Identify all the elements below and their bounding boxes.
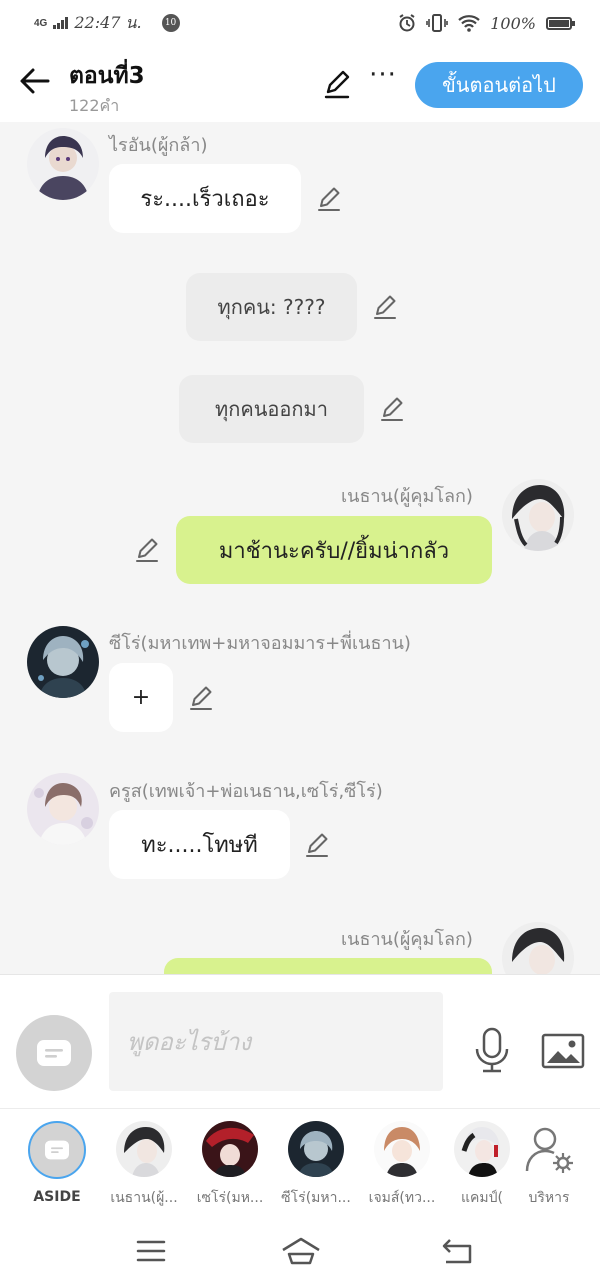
avatar-zero[interactable]: [27, 626, 99, 698]
manage-characters-icon: [521, 1121, 577, 1177]
character-label: เจมส์(ทว...: [368, 1190, 436, 1206]
narration-bubble[interactable]: ทุกคนออกมา: [179, 375, 364, 443]
edit-message-pencil-icon[interactable]: [316, 185, 344, 213]
aside-icon: [28, 1121, 86, 1179]
status-left: 4G 22:47 น. 10: [34, 11, 180, 36]
character-label: เนธาน(ผู้...: [110, 1190, 178, 1206]
status-bar: 4G 22:47 น. 10 100%: [0, 0, 600, 46]
notification-badge: 10: [161, 14, 180, 32]
character-avatar: [374, 1121, 430, 1177]
character-aside[interactable]: ASIDE: [17, 1121, 97, 1205]
message-bubble[interactable]: ระ....เร็วเถอะ: [109, 164, 301, 233]
status-time: 22:47 น.: [74, 12, 142, 32]
edit-message-pencil-icon[interactable]: [134, 536, 162, 564]
character-avatar: [454, 1121, 510, 1177]
edit-message-pencil-icon[interactable]: [188, 684, 216, 712]
edit-pencil-icon[interactable]: [322, 68, 354, 100]
manage-characters-button[interactable]: บริหาร: [514, 1121, 584, 1209]
character-item[interactable]: เซโร่(มห...: [190, 1121, 270, 1209]
character-item[interactable]: เจมส์(ทว...: [362, 1121, 442, 1209]
edit-message-pencil-icon[interactable]: [372, 293, 400, 321]
network-type: 4G: [34, 17, 48, 29]
header: ตอนที่3 122คำ ··· ขั้นตอนต่อไป: [0, 46, 600, 122]
sender-name: เนธาน(ผู้คุมโลก): [341, 929, 473, 950]
sender-name: ไรอัน(ผู้กล้า): [109, 135, 208, 156]
alarm-icon: [399, 14, 415, 32]
sender-name: ครูส(เทพเจ้า+พ่อเนธาน,เซโร่,ซีโร่): [109, 781, 383, 802]
message-bubble[interactable]: [164, 958, 492, 974]
character-label: ASIDE: [33, 1189, 81, 1205]
character-avatar: [288, 1121, 344, 1177]
battery-percent: 100%: [490, 13, 536, 33]
image-icon[interactable]: [541, 1033, 585, 1069]
next-step-button[interactable]: ขั้นตอนต่อไป: [415, 62, 583, 108]
input-bar: [0, 974, 600, 1108]
character-avatar: [116, 1121, 172, 1177]
character-label: บริหาร: [528, 1190, 570, 1206]
character-label: แคมป์(: [461, 1190, 503, 1206]
message-bubble[interactable]: มาช้านะครับ//ยิ้มน่ากลัว: [176, 516, 492, 584]
message-input[interactable]: [109, 992, 443, 1091]
narration-bubble[interactable]: ทุกคน: ????: [186, 273, 357, 341]
page-title: ตอนที่3: [69, 63, 145, 89]
avatar-nethan[interactable]: [502, 922, 574, 974]
menu-icon[interactable]: [134, 1236, 168, 1266]
chat-area: ไรอัน(ผู้กล้า) ระ....เร็วเถอะ ทุกคน: ???…: [0, 122, 600, 974]
home-icon[interactable]: [280, 1236, 322, 1266]
signal-icon: [53, 17, 69, 29]
sender-name: เนธาน(ผู้คุมโลก): [341, 486, 473, 507]
character-item[interactable]: เนธาน(ผู้...: [104, 1121, 184, 1209]
edit-message-pencil-icon[interactable]: [304, 831, 332, 859]
character-item[interactable]: ซีโร่(มหา...: [276, 1121, 356, 1209]
back-icon[interactable]: [440, 1236, 474, 1266]
avatar-krus[interactable]: [27, 773, 99, 845]
wifi-icon: [458, 15, 480, 32]
character-avatar: [202, 1121, 258, 1177]
character-label: ซีโร่(มหา...: [281, 1190, 351, 1206]
sender-name: ซีโร่(มหาเทพ+มหาจอมมาร+พี่เนธาน): [109, 633, 411, 654]
battery-icon: [546, 16, 575, 30]
system-nav-bar: [0, 1220, 600, 1287]
character-item[interactable]: แคมป์(: [442, 1121, 522, 1209]
character-bar: ASIDE เนธาน(ผู้... เซโร่(มห... ซีโร่(มหา…: [0, 1108, 600, 1220]
message-bubble[interactable]: ทะ.....โทษที: [109, 810, 290, 879]
aside-toggle-button[interactable]: [16, 1015, 92, 1091]
word-count: 122คำ: [69, 96, 120, 115]
status-right: 100%: [398, 13, 575, 33]
aside-icon: [37, 1040, 71, 1066]
message-bubble[interactable]: +: [109, 663, 173, 732]
edit-message-pencil-icon[interactable]: [379, 395, 407, 423]
vibrate-icon: [426, 14, 449, 32]
more-options-button[interactable]: ···: [368, 62, 398, 98]
back-arrow-icon[interactable]: [18, 64, 52, 98]
character-label: เซโร่(มห...: [196, 1190, 264, 1206]
microphone-icon[interactable]: [472, 1027, 512, 1073]
avatar-nethan[interactable]: [502, 479, 574, 551]
avatar-rayan[interactable]: [27, 128, 99, 200]
